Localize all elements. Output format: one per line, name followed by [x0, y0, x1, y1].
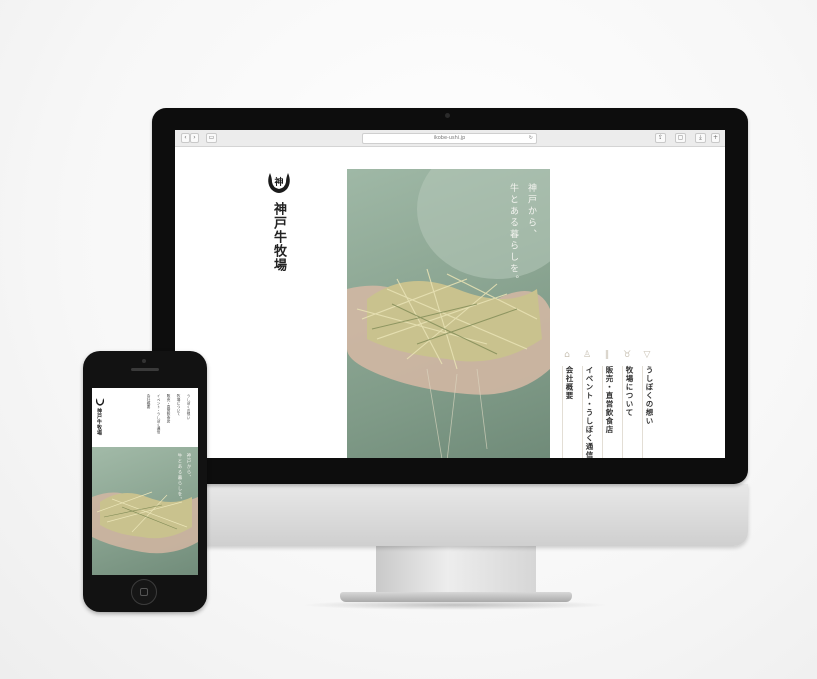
nav-item-philosophy[interactable]: うしぼくの想い	[184, 394, 192, 434]
sidebar-icon[interactable]: ▭	[206, 133, 217, 143]
mockup-stage: ‹ › ▭ ikobe-ushi.jp ↻ ⇪ ▢ ⤓ + 神 神戸牛牧場 神戸…	[0, 0, 817, 679]
nav-item-events[interactable]: イベント・うしぼく通信	[154, 394, 162, 434]
nav-item-shop[interactable]: 販売・直営飲食店	[164, 394, 172, 434]
chevron-left-icon[interactable]: ‹	[181, 133, 190, 143]
person-icon: ♙	[582, 350, 592, 360]
hero-image: 神戸から、 牛とある暮らしを。	[92, 447, 198, 575]
address-url: ikobe-ushi.jp	[433, 135, 466, 141]
camera-icon	[445, 113, 450, 118]
browser-toolbar: ‹ › ▭ ikobe-ushi.jp ↻ ⇪ ▢ ⤓ +	[175, 130, 725, 147]
hero-image: 神戸から、 牛とある暮らしを。	[347, 169, 550, 458]
downloads-icon[interactable]: ⤓	[695, 133, 706, 143]
add-tab-icon[interactable]: +	[711, 133, 720, 143]
nav-item-company[interactable]: 会社概要	[144, 394, 152, 434]
site-logo-text[interactable]: 神戸牛牧場	[270, 202, 286, 272]
imac-chin	[152, 484, 748, 546]
imac-stand-foot	[340, 592, 572, 602]
logo-mark-icon[interactable]: 神	[266, 170, 292, 194]
phone-screen: 神戸牛牧場 うしぼくの想い 牧場について 販売・直営飲食店 イベント・うしぼく通…	[92, 388, 198, 575]
nav-item-label: 販売・直営飲食店	[602, 366, 615, 458]
imac-stand-neck	[376, 546, 536, 596]
cow-icon: ♉	[622, 350, 632, 360]
logo-mark-glyph: 神	[274, 176, 283, 188]
reload-icon[interactable]: ↻	[529, 134, 533, 143]
barn-icon: ⌂	[564, 350, 570, 360]
hero-tagline: 神戸から、 牛とある暮らしを。	[504, 183, 540, 333]
cutlery-icon: ‖	[604, 350, 610, 360]
iphone-device: 神戸牛牧場 うしぼくの想い 牧場について 販売・直営飲食店 イベント・うしぼく通…	[83, 351, 207, 612]
share-icon[interactable]: ⇪	[655, 133, 666, 143]
hero-tagline-line-2: 牛とある暮らしを。	[508, 183, 518, 287]
nav-item-company[interactable]: ⌂ 会社概要	[558, 350, 578, 458]
front-camera-icon	[142, 359, 146, 363]
tabs-icon[interactable]: ▢	[675, 133, 686, 143]
logo-mark-icon[interactable]	[95, 397, 105, 406]
hero-tagline: 神戸から、 牛とある暮らしを。	[175, 453, 193, 503]
cow-face-icon: ▽	[643, 350, 651, 360]
nav-item-farm[interactable]: 牧場について	[174, 394, 182, 434]
hero-tagline-line-1: 神戸から、	[526, 183, 536, 241]
nav-item-label: 牧場について	[622, 366, 635, 458]
hero-tagline-line-2: 牛とある暮らしを。	[177, 453, 182, 503]
speaker-grille	[131, 368, 159, 371]
nav-item-farm[interactable]: ♉ 牧場について	[618, 350, 638, 458]
nav-item-label: イベント・うしぼく通信	[582, 366, 595, 458]
nav-item-events[interactable]: ♙ イベント・うしぼく通信	[578, 350, 598, 458]
chevron-right-icon[interactable]: ›	[190, 133, 199, 143]
imac-display: ‹ › ▭ ikobe-ushi.jp ↻ ⇪ ▢ ⤓ + 神 神戸牛牧場 神戸…	[152, 108, 748, 484]
address-bar[interactable]: ikobe-ushi.jp ↻	[362, 133, 537, 144]
nav-item-label: うしぼくの想い	[642, 366, 655, 458]
nav-item-label: 会社概要	[562, 366, 575, 458]
hero-tagline-line-1: 神戸から、	[186, 453, 191, 481]
nav-item-shop[interactable]: ‖ 販売・直営飲食店	[598, 350, 618, 458]
browser-window: ‹ › ▭ ikobe-ushi.jp ↻ ⇪ ▢ ⤓ + 神 神戸牛牧場 神戸…	[175, 130, 725, 458]
nav-item-philosophy[interactable]: ▽ うしぼくの想い	[638, 350, 658, 458]
home-button[interactable]	[131, 579, 157, 605]
site-logo-text[interactable]: 神戸牛牧場	[96, 408, 103, 436]
home-square-icon	[140, 588, 148, 596]
